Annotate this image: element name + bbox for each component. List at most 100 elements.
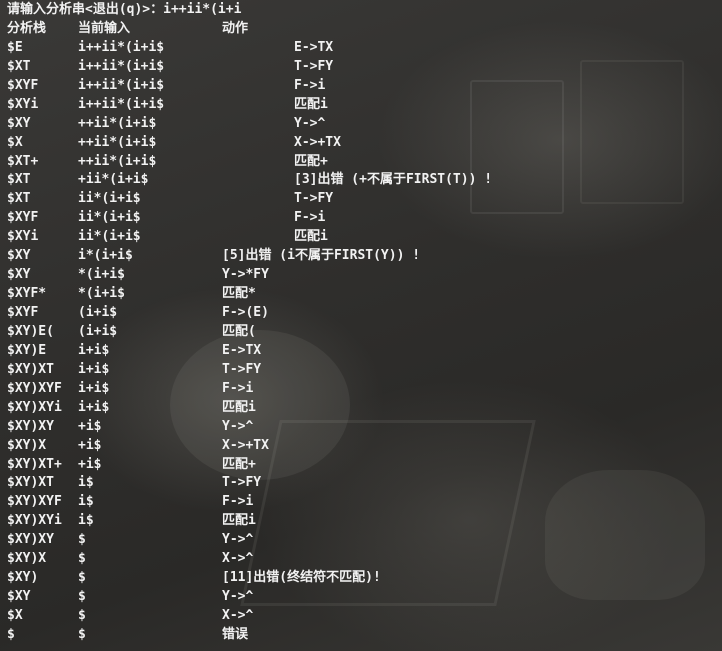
input-cell: ii*(i+i$ (78, 229, 141, 245)
header-stack: 分析栈 (7, 20, 47, 36)
action-cell: Y->^ (222, 589, 254, 605)
input-cell: ++ii*(i+i$ (78, 153, 157, 169)
prompt-label: 请输入分析串<退出(q)>： (7, 2, 164, 17)
stack-cell: $XY (7, 589, 31, 605)
action-cell: 匹配* (222, 286, 256, 302)
table-row: $XYF ii*(i+i$ F->i (7, 209, 722, 228)
input-cell: *(i+i$ (78, 267, 125, 283)
action-cell: T->FY (294, 58, 334, 74)
action-cell: Y->*FY (222, 267, 269, 283)
action-cell: F->i (222, 380, 254, 396)
prompt-line: 请输入分析串<退出(q)>：i++ii*(i+i (7, 1, 722, 20)
stack-cell: $XT+ (7, 153, 39, 169)
table-row: $XY)XT i$ T->FY (7, 474, 722, 493)
stack-cell: $XYi (7, 229, 39, 245)
input-cell: ii*(i+i$ (78, 210, 141, 226)
action-cell: Y->^ (294, 115, 326, 131)
input-cell: *(i+i$ (78, 286, 125, 302)
stack-cell: $XY)XT (7, 361, 54, 377)
table-row: $XY *(i+i$ Y->*FY (7, 266, 722, 285)
table-row: $XY) $ [11]出错(终结符不匹配)! (7, 569, 722, 588)
input-cell: +i$ (78, 456, 102, 472)
table-row: $X ++ii*(i+i$ X->+TX (7, 134, 722, 153)
action-cell: 匹配i (222, 513, 256, 529)
input-cell: $ (78, 551, 86, 567)
table-row: $XYF i++ii*(i+i$ F->i (7, 77, 722, 96)
stack-cell: $XY)E( (7, 323, 54, 339)
stack-cell: $XY)XYi (7, 399, 62, 415)
input-cell: +i$ (78, 418, 102, 434)
table-row: $XY)X $ X->^ (7, 550, 722, 569)
table-row: $XY $ Y->^ (7, 588, 722, 607)
stack-cell: $XY)E (7, 342, 47, 358)
table-row: $XY)XYF i+i$ F->i (7, 380, 722, 399)
input-cell: +ii*(i+i$ (78, 172, 149, 188)
input-cell: i++ii*(i+i$ (78, 77, 165, 93)
prompt-input[interactable]: i++ii*(i+i (163, 2, 241, 17)
input-cell: i++ii*(i+i$ (78, 96, 165, 112)
input-cell: i$ (78, 475, 94, 491)
stack-cell: $E (7, 39, 23, 55)
action-cell: F->i (294, 210, 326, 226)
table-row: $XYF* *(i+i$ 匹配* (7, 285, 722, 304)
action-cell: X->^ (222, 551, 254, 567)
stack-cell: $XY)XYi (7, 513, 62, 529)
stack-cell: $XT (7, 58, 31, 74)
action-cell: F->i (222, 494, 254, 510)
stack-cell: $XYF (7, 210, 39, 226)
table-row: $XY)XYi i+i$ 匹配i (7, 399, 722, 418)
action-cell: E->TX (222, 342, 262, 358)
action-cell: T->FY (222, 361, 262, 377)
stack-cell: $XY)XT+ (7, 456, 62, 472)
stack-cell: $XYF (7, 77, 39, 93)
stack-cell: $X (7, 608, 23, 623)
action-cell: 匹配+ (294, 153, 328, 169)
action-cell: F->i (294, 77, 326, 93)
table-row: $ $ 错误 (7, 626, 722, 645)
stack-cell: $ (7, 626, 15, 642)
header-input: 当前输入 (78, 20, 131, 36)
action-cell: 错误 (222, 626, 249, 642)
table-row: $XY)XT i+i$ T->FY (7, 361, 722, 380)
input-cell: $ (78, 626, 86, 642)
terminal-output: 请输入分析串<退出(q)>：i++ii*(i+i 分析栈 当前输入 动作 $E i… (7, 1, 722, 645)
input-cell: ++ii*(i+i$ (78, 115, 157, 131)
input-cell: i$ (78, 513, 94, 529)
stack-cell: $XYF (7, 305, 39, 320)
action-cell: Y->^ (222, 532, 254, 548)
table-row: $XY)E( (i+i$ 匹配( (7, 323, 722, 342)
table-row: $XT+ ++ii*(i+i$ 匹配+ (7, 153, 722, 172)
table-row: $XY)XT+ +i$ 匹配+ (7, 456, 722, 475)
stack-cell: $XY)XT (7, 475, 54, 491)
input-cell: +i$ (78, 437, 102, 453)
action-cell: T->FY (294, 191, 334, 207)
table-row: $XY i*(i+i$ [5]出错 (i不属于FIRST(Y)) ! (7, 247, 722, 266)
stack-cell: $XY (7, 267, 31, 283)
header-action: 动作 (222, 20, 249, 36)
input-cell: i+i$ (78, 361, 110, 377)
action-cell: 匹配( (222, 323, 256, 339)
stack-cell: $X (7, 134, 23, 150)
table-row: $XYi ii*(i+i$ 匹配i (7, 228, 722, 247)
stack-cell: $XY)X (7, 551, 47, 567)
terminal-window[interactable]: 请输入分析串<退出(q)>：i++ii*(i+i 分析栈 当前输入 动作 $E i… (0, 0, 722, 651)
action-cell: 匹配i (294, 96, 328, 112)
action-cell: [5]出错 (i不属于FIRST(Y)) ! (222, 248, 421, 264)
table-row: $XY)E i+i$ E->TX (7, 342, 722, 361)
table-row: $XY)XYi i$ 匹配i (7, 512, 722, 531)
input-cell: (i+i$ (78, 323, 118, 339)
input-cell: i++ii*(i+i$ (78, 58, 165, 74)
input-cell: i+i$ (78, 380, 110, 396)
input-cell: i$ (78, 494, 94, 510)
action-cell: X->+TX (222, 437, 269, 453)
table-row: $XT +ii*(i+i$ [3]出错 (+不属于FIRST(T)) ! (7, 171, 722, 190)
input-cell: $ (78, 608, 86, 623)
stack-cell: $XY) (7, 570, 39, 586)
action-cell: Y->^ (222, 418, 254, 434)
action-cell: X->^ (222, 608, 254, 623)
input-cell: i++ii*(i+i$ (78, 39, 165, 55)
table-row: $XYF (i+i$ F->(E) (7, 304, 722, 323)
action-cell: 匹配+ (222, 456, 256, 472)
input-cell: (i+i$ (78, 305, 118, 320)
input-cell: $ (78, 570, 86, 586)
